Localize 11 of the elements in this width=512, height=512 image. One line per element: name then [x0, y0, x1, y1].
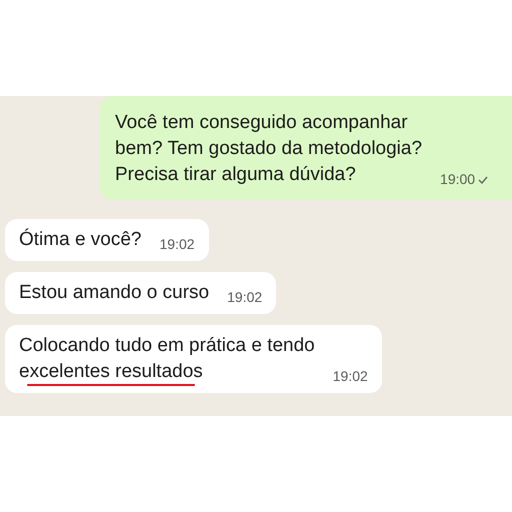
- message-text: excelentes resultados: [19, 360, 203, 384]
- message-text: Precisa tirar alguma dúvida?: [115, 163, 356, 187]
- message-time: 19:02: [332, 367, 368, 386]
- message-text: Colocando tudo em prática e tendo: [19, 334, 315, 358]
- message-text: Estou amando o curso: [19, 281, 210, 305]
- message-time: 19:00: [440, 170, 476, 189]
- message-time: 19:02: [160, 235, 195, 254]
- message-time: 19:02: [227, 288, 262, 307]
- message-text: Você tem conseguido acompanhar: [115, 111, 408, 135]
- message-text: bem? Tem gostado da metodologia?: [115, 137, 422, 161]
- message-text: Ótima e você?: [19, 228, 142, 252]
